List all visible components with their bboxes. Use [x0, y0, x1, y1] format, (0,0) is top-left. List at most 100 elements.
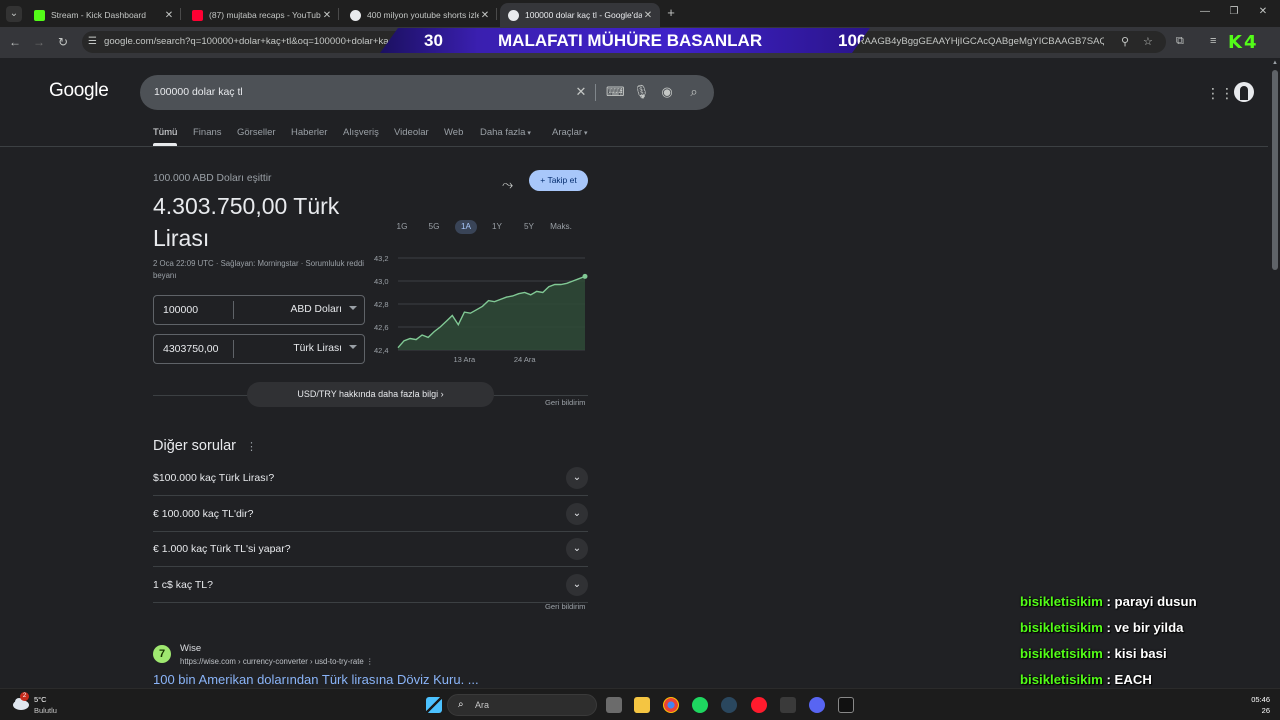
- browser-tab[interactable]: 400 milyon youtube shorts izle ✕: [342, 3, 497, 27]
- search-tab[interactable]: Görseller: [237, 127, 276, 138]
- google-logo[interactable]: Google: [49, 80, 109, 102]
- opera-icon[interactable]: [751, 697, 767, 713]
- tab-close-icon[interactable]: ✕: [321, 10, 333, 21]
- page-scrollbar[interactable]: ▲: [1270, 58, 1280, 688]
- kick-extension-icon[interactable]: K4: [1228, 32, 1268, 53]
- reload-icon[interactable]: ↻: [56, 35, 70, 49]
- file-explorer-icon[interactable]: [634, 697, 650, 713]
- to-amount-field[interactable]: 4303750,00 Türk Lirası: [153, 334, 365, 364]
- browser-tab[interactable]: 100000 dolar kaç tl - Google'da ✕: [500, 3, 660, 27]
- chat-message: bisikletisikim : EACH: [1020, 672, 1152, 687]
- bookmark-star-icon[interactable]: ☆: [1143, 35, 1153, 48]
- minimize-icon[interactable]: —: [1198, 6, 1212, 17]
- dropdown-caret-icon[interactable]: [349, 306, 357, 310]
- steam-icon[interactable]: [721, 697, 737, 713]
- voice-search-icon[interactable]: 🎙: [633, 84, 650, 100]
- task-view-icon[interactable]: [606, 697, 622, 713]
- tab-close-icon[interactable]: ✕: [642, 10, 654, 21]
- spotify-icon[interactable]: [692, 697, 708, 713]
- keyboard-icon[interactable]: ⌨: [606, 84, 625, 100]
- chat-message-text: : ve bir yilda: [1106, 620, 1184, 635]
- exchange-rate-chart: 43,2 43,0 42,8 42,6 42,4 13 Ara 24 Ara: [374, 254, 588, 364]
- new-tab-icon[interactable]: +: [664, 5, 678, 21]
- chart-range-button[interactable]: 5Y: [518, 220, 540, 234]
- to-amount-input[interactable]: 4303750,00: [163, 343, 218, 355]
- avatar[interactable]: [1234, 82, 1254, 102]
- search-divider: [595, 84, 596, 101]
- window-close-icon[interactable]: ✕: [1256, 6, 1270, 17]
- site-info-icon[interactable]: ☰: [88, 36, 97, 47]
- clear-search-icon[interactable]: ✕: [573, 84, 589, 100]
- discord-icon[interactable]: [809, 697, 825, 713]
- chrome-icon[interactable]: [663, 697, 679, 713]
- tab-close-icon[interactable]: ✕: [479, 10, 491, 21]
- follow-button[interactable]: + Takip et: [529, 170, 588, 191]
- system-clock[interactable]: 05:46 26: [1251, 694, 1270, 716]
- search-box[interactable]: 100000 dolar kaç tl ✕ ⌨ 🎙 ◉ ⌕: [140, 75, 714, 110]
- taskbar-search[interactable]: ⌕ Ara: [447, 694, 597, 716]
- search-tab[interactable]: Videolar: [394, 127, 429, 138]
- forward-icon[interactable]: →: [32, 35, 46, 49]
- search-tab[interactable]: Alışveriş: [343, 127, 379, 138]
- lens-icon[interactable]: ◉: [659, 84, 675, 100]
- question-row[interactable]: € 100.000 kaç TL'dir? ⌄: [153, 497, 588, 532]
- chevron-down-icon[interactable]: ⌄: [566, 502, 588, 525]
- wise-favicon-icon[interactable]: 7: [153, 645, 171, 663]
- browser-tab[interactable]: (87) mujtaba recaps - YouTube ✕: [184, 3, 339, 27]
- browser-tab[interactable]: Stream - Kick Dashboard ✕: [26, 3, 181, 27]
- search-tab[interactable]: Haberler: [291, 127, 327, 138]
- question-row[interactable]: 1 c$ kaç TL? ⌄: [153, 568, 588, 603]
- restore-icon[interactable]: ❐: [1227, 6, 1241, 17]
- more-info-button[interactable]: USD/TRY hakkında daha fazla bilgi ›: [247, 382, 494, 407]
- obs-icon[interactable]: [838, 697, 854, 713]
- scroll-up-icon[interactable]: ▲: [1272, 60, 1278, 66]
- chat-message-text: : parayi dusun: [1106, 594, 1197, 609]
- from-amount-field[interactable]: 100000 ABD Doları: [153, 295, 365, 325]
- to-currency-select[interactable]: Türk Lirası: [293, 343, 342, 354]
- result-menu-icon[interactable]: ⋮: [366, 657, 374, 666]
- google-apps-icon[interactable]: ⋮⋮: [1206, 85, 1234, 102]
- more-options-icon[interactable]: ⋮: [246, 440, 257, 453]
- chart-range-button[interactable]: 1A: [455, 220, 477, 234]
- search-tab[interactable]: Web: [444, 127, 463, 138]
- weather-description[interactable]: Bulutlu: [34, 706, 57, 715]
- search-tab[interactable]: Finans: [193, 127, 222, 138]
- question-row[interactable]: € 1.000 kaç Türk TL'si yapar? ⌄: [153, 532, 588, 567]
- back-icon[interactable]: ←: [8, 35, 22, 49]
- result-title-link[interactable]: 100 bin Amerikan dolarından Türk lirasın…: [153, 672, 479, 687]
- dropdown-caret-icon[interactable]: [349, 345, 357, 349]
- questions-feedback-link[interactable]: Geri bildirim: [545, 602, 586, 611]
- chevron-down-icon[interactable]: ⌄: [566, 538, 588, 560]
- from-amount-input[interactable]: 100000: [163, 304, 198, 316]
- chart-range-button[interactable]: 1Y: [486, 220, 508, 234]
- search-input[interactable]: 100000 dolar kaç tl: [154, 86, 243, 98]
- search-icon[interactable]: ⌕: [686, 84, 702, 100]
- question-row[interactable]: $100.000 kaç Türk Lirası? ⌄: [153, 461, 588, 496]
- chart-range-button[interactable]: Maks.: [548, 220, 574, 234]
- result-site-name[interactable]: Wise: [180, 643, 201, 654]
- search-tab[interactable]: Araçlar ▾: [552, 127, 588, 138]
- weather-badge: 2: [20, 692, 29, 701]
- chart-range-button[interactable]: 1G: [392, 220, 412, 234]
- chart-range-button[interactable]: 5G: [423, 220, 445, 234]
- tab-search-icon[interactable]: ⌄: [6, 6, 22, 22]
- extensions-icon[interactable]: ⧉: [1176, 35, 1184, 48]
- tab-close-icon[interactable]: ✕: [163, 10, 175, 21]
- windows-start-icon[interactable]: [426, 697, 442, 713]
- search-tab[interactable]: Tümü: [153, 127, 177, 138]
- tab-label: Stream - Kick Dashboard: [51, 10, 146, 20]
- feedback-link[interactable]: Geri bildirim: [545, 398, 586, 407]
- scroll-thumb[interactable]: [1272, 70, 1278, 270]
- media-control-icon[interactable]: ≡: [1210, 35, 1216, 47]
- chevron-down-icon[interactable]: ⌄: [566, 573, 588, 596]
- share-icon[interactable]: ⤳: [502, 176, 513, 193]
- chevron-down-icon[interactable]: ⌄: [566, 467, 588, 489]
- weather-temperature[interactable]: 5°C: [34, 695, 47, 704]
- app-icon[interactable]: [780, 697, 796, 713]
- field-divider: [233, 340, 234, 358]
- search-tab[interactable]: Daha fazla ▾: [480, 127, 531, 138]
- location-icon[interactable]: ⚲: [1121, 35, 1129, 48]
- tab-favicon-icon: [34, 9, 45, 21]
- result-url[interactable]: https://wise.com › currency-converter › …: [180, 657, 374, 666]
- from-currency-select[interactable]: ABD Doları: [291, 304, 343, 315]
